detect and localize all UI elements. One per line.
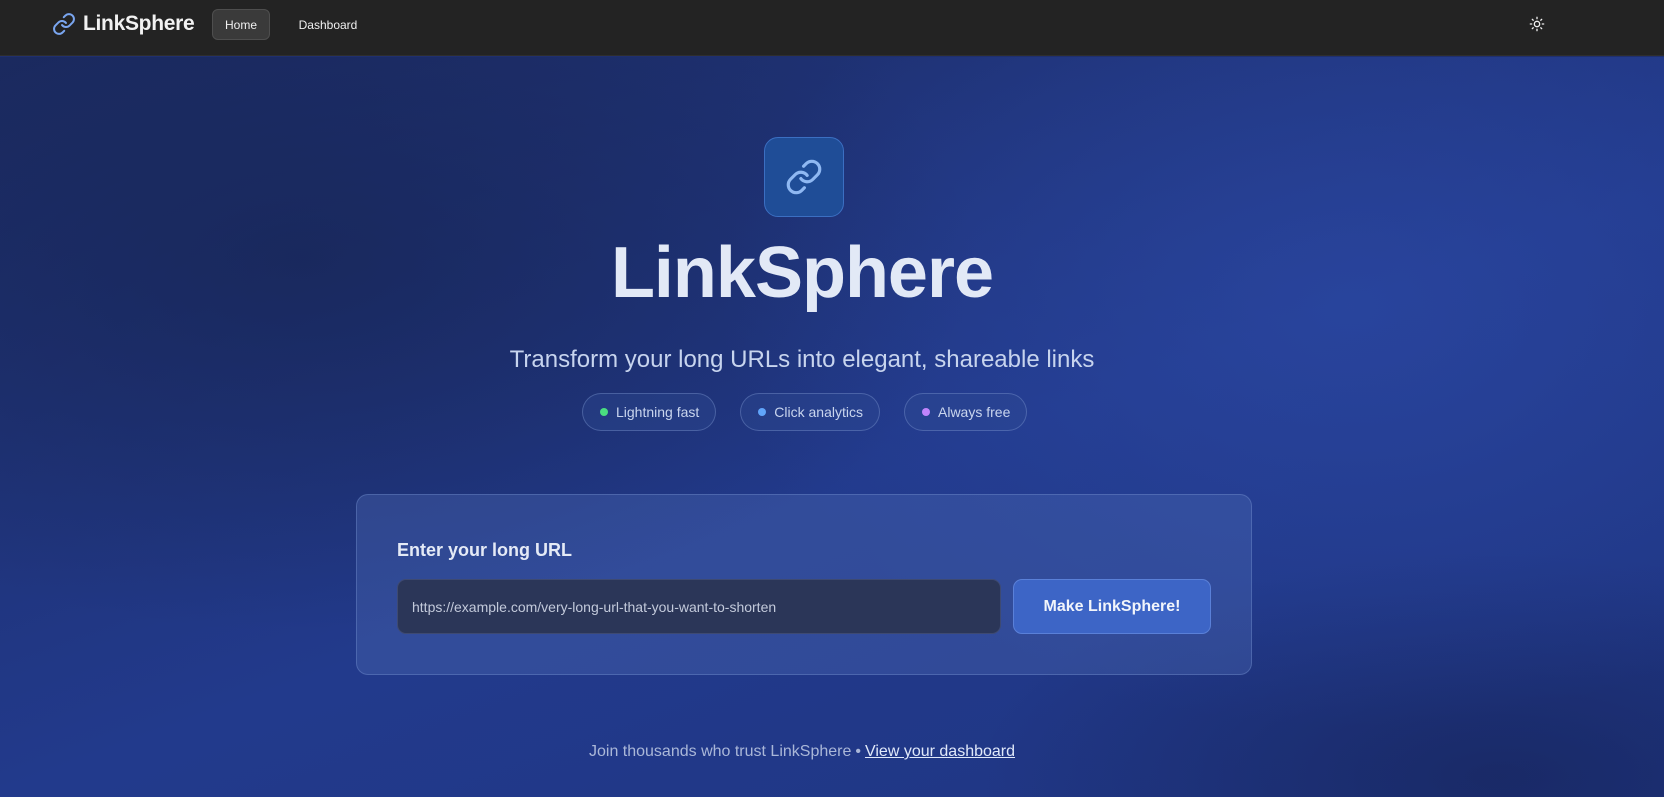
feature-pills: Lightning fast Click analytics Always fr…: [582, 393, 1028, 431]
hero-logo: [764, 137, 844, 217]
feature-pill-click-analytics: Click analytics: [740, 393, 880, 431]
theme-toggle-button[interactable]: [1526, 13, 1548, 35]
feature-label: Lightning fast: [616, 404, 700, 420]
long-url-input[interactable]: [397, 579, 1001, 634]
hero-title: LinkSphere: [610, 233, 994, 313]
link-icon: [53, 13, 75, 35]
footer-separator: •: [855, 743, 861, 760]
link-icon: [786, 159, 822, 195]
view-dashboard-link[interactable]: View your dashboard: [865, 743, 1015, 760]
brand-name: LinkSphere: [83, 12, 195, 35]
status-dot-icon: [758, 408, 767, 416]
status-dot-icon: [922, 408, 930, 416]
status-dot-icon: [600, 408, 608, 416]
make-linksphere-button[interactable]: Make LinkSphere!: [1013, 579, 1211, 634]
footer-text: Join thousands who trust LinkSphere: [588, 743, 852, 760]
hero-section: LinkSphere Transform your long URLs into…: [0, 57, 1664, 797]
nav-dashboard-button[interactable]: Dashboard: [290, 9, 366, 40]
footer-tagline: Join thousands who trust LinkSphere • View…: [0, 743, 1604, 761]
brand-logo[interactable]: LinkSphere: [52, 10, 195, 38]
shorten-url-form: Enter your long URL Make LinkSphere!: [356, 494, 1252, 675]
feature-pill-lightning-fast: Lightning fast: [582, 393, 717, 431]
top-navbar: LinkSphere Home Dashboard: [0, 0, 1664, 56]
hero-subtitle: Transform your long URLs into elegant, s…: [509, 346, 1095, 373]
nav-home-button[interactable]: Home: [212, 9, 270, 40]
feature-pill-always-free: Always free: [904, 393, 1028, 431]
feature-label: Always free: [938, 404, 1011, 420]
feature-label: Click analytics: [774, 404, 863, 420]
url-input-label: Enter your long URL: [397, 540, 572, 560]
sun-icon: [1529, 16, 1545, 32]
